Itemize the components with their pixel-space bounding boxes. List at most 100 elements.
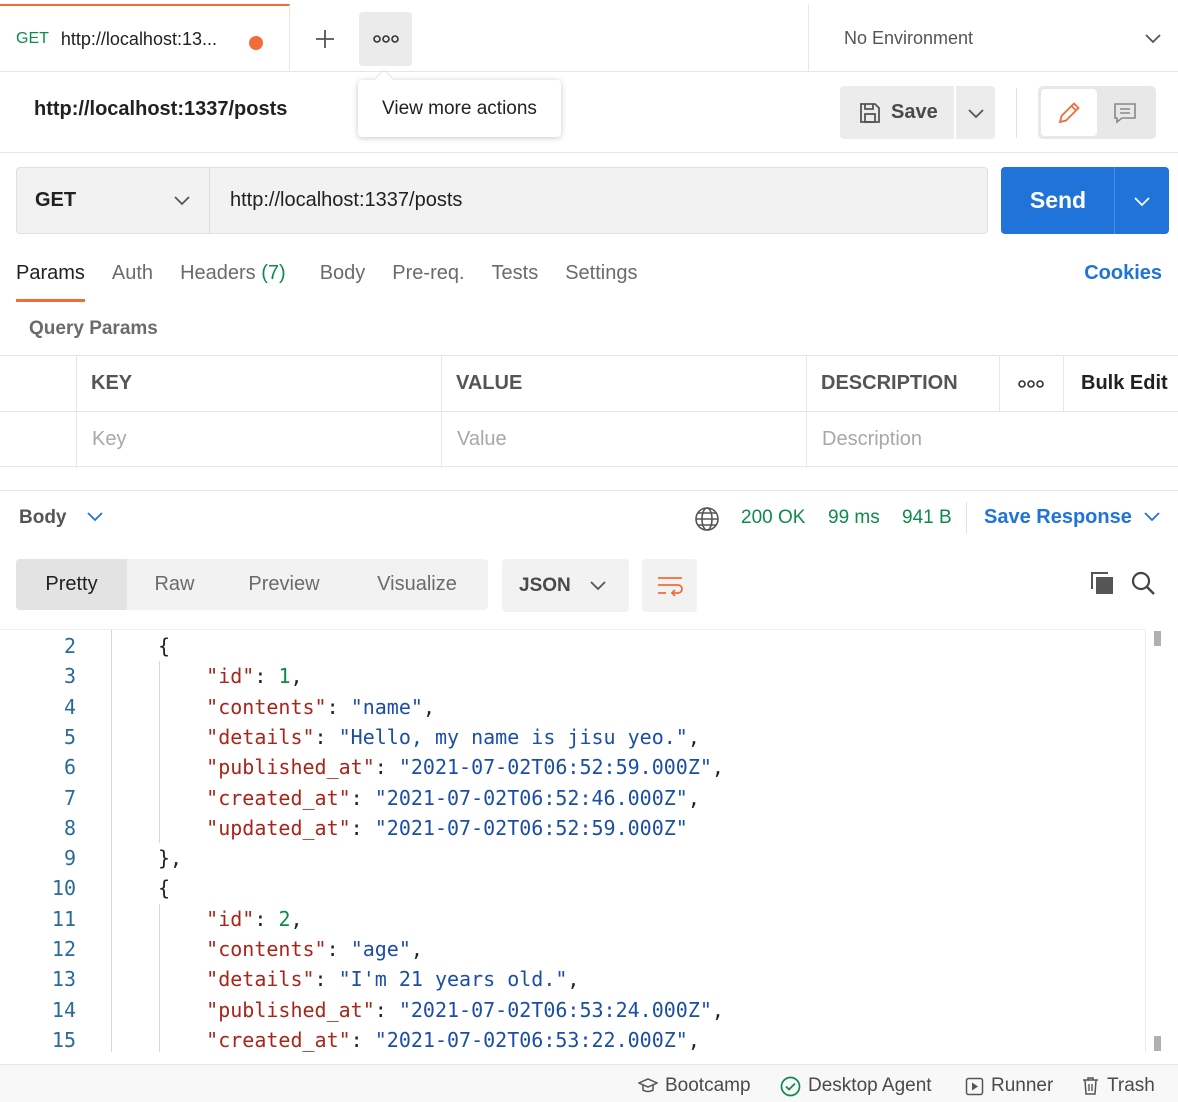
save-icon: [860, 102, 880, 123]
cookies-link[interactable]: Cookies: [1084, 262, 1162, 285]
bootcamp-button[interactable]: Bootcamp: [638, 1075, 751, 1097]
line-number: 6: [63, 755, 76, 780]
save-label: Save: [891, 101, 938, 123]
url-input[interactable]: http://localhost:1337/posts: [209, 167, 988, 234]
chevron-down-icon: [967, 108, 984, 118]
indent-guide: [111, 630, 112, 1052]
line-number: 5: [63, 724, 76, 749]
save-group: Save: [840, 86, 995, 139]
tab-visualize[interactable]: Visualize: [346, 559, 488, 610]
code-text: "published_at": "2021-07-02T06:53:24.000…: [206, 997, 724, 1022]
code-text: "updated_at": "2021-07-02T06:52:59.000Z": [206, 815, 688, 840]
line-number: 2: [63, 634, 76, 658]
environment-select[interactable]: No Environment: [808, 4, 1178, 72]
code-text: "id": 2,: [206, 906, 303, 931]
request-tab[interactable]: GET http://localhost:13...: [0, 4, 290, 72]
globe-icon[interactable]: [694, 506, 720, 532]
request-tab-title: http://localhost:13...: [60, 28, 217, 49]
url-value: http://localhost:1337/posts: [230, 189, 463, 211]
edit-mode-button[interactable]: [1041, 89, 1097, 136]
code-line: 11 "id": 2,: [0, 904, 1145, 934]
response-status[interactable]: 200 OK: [741, 507, 805, 529]
method-select[interactable]: GET: [16, 167, 210, 234]
tab-pre-request[interactable]: Pre-req.: [392, 262, 464, 302]
view-more-actions-button[interactable]: [359, 12, 412, 66]
save-response-button[interactable]: Save Response: [984, 506, 1132, 529]
divider: [0, 152, 1178, 153]
line-number: 4: [63, 694, 76, 719]
send-options-button[interactable]: [1114, 167, 1169, 234]
column-options-button[interactable]: [1018, 356, 1044, 411]
tab-tests[interactable]: Tests: [492, 262, 539, 302]
headers-count: (7): [261, 262, 286, 284]
param-value-input[interactable]: Value: [457, 412, 507, 467]
desktop-agent-label: Desktop Agent: [808, 1075, 932, 1096]
code-line: 10 {: [0, 873, 1145, 903]
response-size[interactable]: 941 B: [902, 507, 952, 529]
tab-headers[interactable]: Headers (7): [180, 262, 286, 302]
column-header-key: KEY: [91, 372, 133, 394]
chevron-down-icon[interactable]: [1143, 510, 1161, 522]
code-line: 8 "updated_at": "2021-07-02T06:52:59.000…: [0, 813, 1145, 843]
chevron-down-icon[interactable]: [86, 510, 104, 522]
code-text: "contents": "age",: [206, 937, 423, 961]
tab-raw[interactable]: Raw: [127, 559, 222, 610]
param-key-input[interactable]: Key: [92, 412, 126, 467]
line-number: 15: [51, 1027, 76, 1052]
tab-preview[interactable]: Preview: [222, 559, 346, 610]
response-body-label[interactable]: Body: [19, 507, 67, 529]
save-options-button[interactable]: [954, 86, 995, 139]
editor-scrollbar[interactable]: [1145, 630, 1146, 1052]
runner-button[interactable]: Runner: [965, 1075, 1053, 1097]
language-select[interactable]: JSON: [502, 559, 629, 612]
param-description-input[interactable]: Description: [822, 412, 922, 467]
tab-settings[interactable]: Settings: [565, 262, 637, 302]
more-horizontal-icon: [372, 35, 399, 43]
desktop-agent-button[interactable]: Desktop Agent: [780, 1075, 932, 1097]
scrollbar-thumb[interactable]: [1154, 631, 1161, 646]
response-body-editor[interactable]: 2{3 "id": 1, 4 "contents": "name", 5 "deta…: [0, 630, 1168, 1052]
request-name[interactable]: http://localhost:1337/posts: [34, 98, 287, 121]
code-text: "created_at": "2021-07-02T06:52:46.000Z"…: [206, 785, 700, 810]
tab-label: Pre-req.: [392, 262, 465, 284]
wrap-lines-button[interactable]: [642, 559, 697, 612]
copy-icon[interactable]: [1089, 570, 1115, 596]
code-text: "details": "Hello, my name is jisu yeo."…: [206, 724, 700, 749]
search-icon[interactable]: [1130, 570, 1156, 596]
code-line: 15 "created_at": "2021-07-02T06:53:22.00…: [0, 1025, 1145, 1052]
trash-button[interactable]: Trash: [1081, 1075, 1155, 1097]
comments-button[interactable]: [1097, 89, 1153, 136]
tab-label: Auth: [111, 262, 154, 284]
code-line: 14 "published_at": "2021-07-02T06:53:24.…: [0, 995, 1145, 1025]
params-table: KEY VALUE DESCRIPTION Bulk Edit Key Valu…: [0, 355, 1178, 468]
tab-params[interactable]: Params: [16, 262, 85, 302]
tab-label: Params: [16, 262, 85, 284]
tab-label: Settings: [565, 262, 638, 284]
trash-icon: [1083, 1077, 1098, 1095]
send-button[interactable]: Send: [1001, 167, 1115, 234]
save-button[interactable]: Save: [840, 86, 954, 139]
tab-body[interactable]: Body: [320, 262, 366, 302]
code-text: "published_at": "2021-07-02T06:52:59.000…: [206, 755, 724, 780]
divider: [966, 502, 967, 534]
runner-label: Runner: [991, 1075, 1054, 1096]
code-text: "created_at": "2021-07-02T06:53:22.000Z"…: [206, 1027, 700, 1052]
bootcamp-label: Bootcamp: [665, 1075, 751, 1096]
tab-auth[interactable]: Auth: [112, 262, 153, 302]
tab-pretty[interactable]: Pretty: [16, 559, 127, 610]
tab-label: Tests: [491, 262, 539, 284]
divider: [0, 490, 1178, 491]
new-tab-button[interactable]: [308, 22, 342, 56]
code-line: 5 "details": "Hello, my name is jisu yeo…: [0, 722, 1145, 752]
code-line: 9},: [0, 843, 1145, 873]
tab-label: Body: [319, 262, 366, 284]
bulk-edit-button[interactable]: Bulk Edit: [1081, 356, 1168, 411]
wrap-lines-icon: [657, 576, 683, 597]
status-bar: Bootcamp Desktop Agent Runner Trash: [0, 1064, 1178, 1102]
response-time[interactable]: 99 ms: [828, 507, 880, 529]
chevron-down-icon: [590, 581, 606, 591]
divider: [1063, 356, 1064, 411]
chevron-down-icon: [1145, 34, 1161, 44]
chevron-down-icon: [1134, 196, 1150, 206]
scrollbar-thumb[interactable]: [1154, 1036, 1161, 1051]
